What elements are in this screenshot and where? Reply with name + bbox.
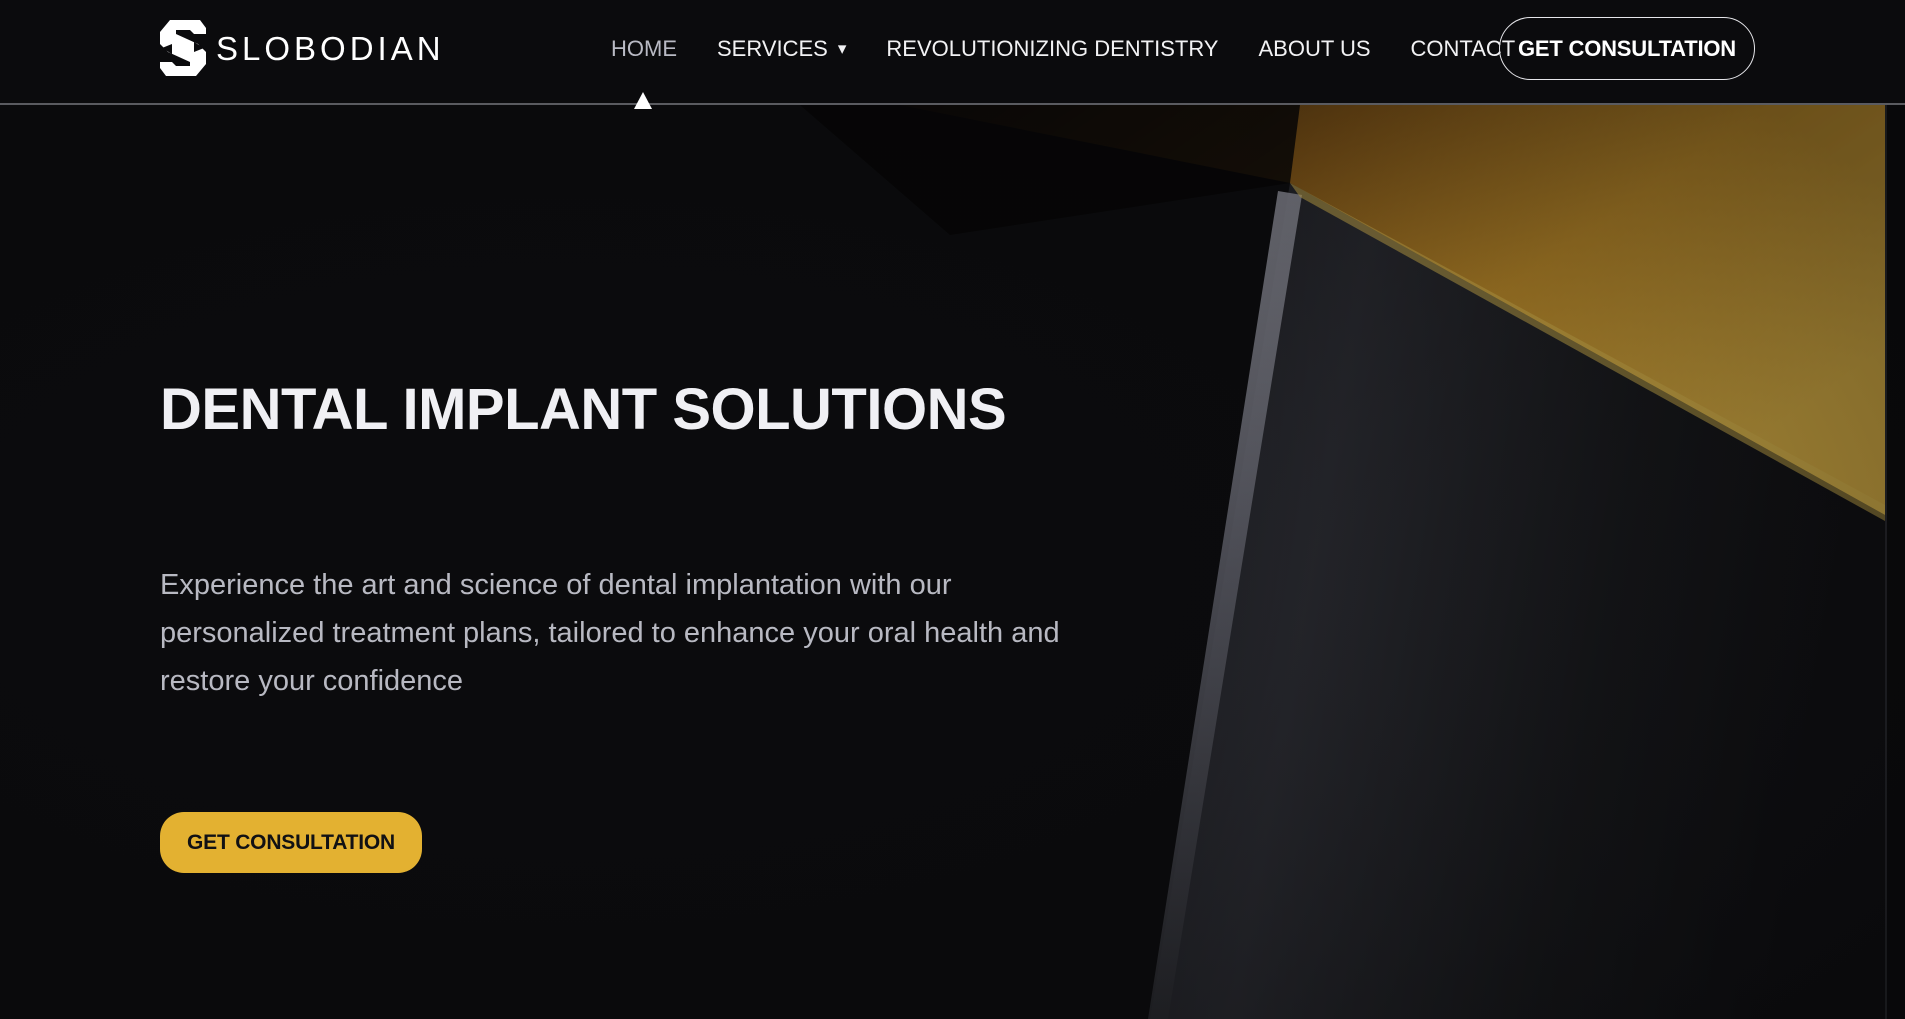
- active-nav-indicator-icon: [634, 92, 652, 109]
- page: SLOBODIAN HOME SERVICES ▾ REVOLUTIONIZIN…: [0, 0, 1905, 1019]
- hero-consultation-button[interactable]: GET CONSULTATION: [160, 812, 422, 873]
- main-nav: HOME SERVICES ▾ REVOLUTIONIZING DENTISTR…: [611, 0, 1555, 97]
- nav-item-revolutionizing-dentistry[interactable]: REVOLUTIONIZING DENTISTRY: [886, 36, 1218, 62]
- nav-item-services-label: SERVICES: [717, 35, 828, 61]
- nav-item-services[interactable]: SERVICES ▾: [717, 36, 846, 62]
- chevron-down-icon: ▾: [837, 38, 847, 58]
- nav-item-about-us[interactable]: ABOUT US: [1258, 36, 1370, 62]
- nav-item-home[interactable]: HOME: [611, 36, 677, 62]
- header-consultation-button[interactable]: GET CONSULTATION: [1499, 17, 1755, 80]
- page-title: DENTAL IMPLANT SOLUTIONS: [160, 377, 1007, 442]
- hero-section: DENTAL IMPLANT SOLUTIONS Experience the …: [0, 105, 1905, 1019]
- slobodian-s-logo-icon: [160, 20, 206, 76]
- hero-subtitle: Experience the art and science of dental…: [160, 569, 1060, 697]
- site-header: SLOBODIAN HOME SERVICES ▾ REVOLUTIONIZIN…: [0, 0, 1905, 105]
- logo-link[interactable]: SLOBODIAN: [160, 20, 445, 76]
- logo-text: SLOBODIAN: [216, 29, 445, 67]
